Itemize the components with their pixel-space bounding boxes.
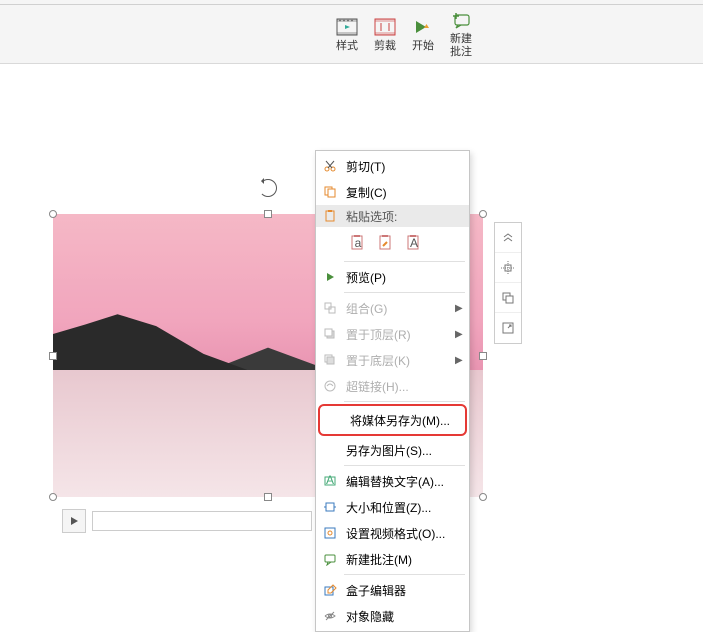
menu-new-comment[interactable]: 新建批注(M): [316, 546, 469, 572]
size-icon: [320, 497, 340, 517]
menu-bring-front: 置于顶层(R) ▶: [316, 321, 469, 347]
selection-handle[interactable]: [49, 210, 57, 218]
crop-label: 剪裁: [374, 40, 396, 53]
menu-hyperlink: 超链接(H)...: [316, 373, 469, 399]
menu-copy-label: 复制(C): [346, 184, 463, 201]
menu-new-comment-label: 新建批注(M): [346, 551, 463, 568]
side-panel: [494, 222, 522, 344]
new-comment-label: 新建 批注: [450, 33, 472, 59]
submenu-arrow-icon: ▶: [455, 355, 463, 366]
menu-cut[interactable]: 剪切(T): [316, 153, 469, 179]
menu-preview[interactable]: 预览(P): [316, 264, 469, 290]
clipboard-brush-icon: [377, 234, 395, 252]
start-label: 开始: [412, 40, 434, 53]
menu-box-editor-label: 盒子编辑器: [346, 582, 463, 599]
menu-save-media-label: 将媒体另存为(M)...: [350, 412, 459, 429]
arrange-icon: [501, 291, 515, 305]
menu-preview-label: 预览(P): [346, 269, 463, 286]
expand-icon: [501, 321, 515, 335]
selection-handle[interactable]: [479, 210, 487, 218]
menu-size-label: 大小和位置(Z)...: [346, 499, 463, 516]
style-button[interactable]: 样式: [328, 8, 366, 60]
ribbon-video-group: 样式 剪裁 开始 新建 批注: [328, 8, 480, 60]
selection-handle[interactable]: [264, 210, 272, 218]
menu-hyperlink-label: 超链接(H)...: [346, 378, 463, 395]
menu-size-position[interactable]: 大小和位置(Z)...: [316, 494, 469, 520]
new-comment-button[interactable]: 新建 批注: [442, 8, 480, 60]
rotate-handle[interactable]: [259, 179, 277, 197]
menu-video-format[interactable]: 设置视频格式(O)...: [316, 520, 469, 546]
align-button[interactable]: [495, 253, 521, 283]
crop-button[interactable]: 剪裁: [366, 8, 404, 60]
play-icon: [320, 267, 340, 287]
arrange-button[interactable]: [495, 283, 521, 313]
menu-box-editor[interactable]: 盒子编辑器: [316, 577, 469, 603]
svg-text:a: a: [355, 236, 362, 250]
scissors-icon: [320, 156, 340, 176]
menu-group-label: 组合(G): [346, 300, 449, 317]
alt-text-icon: A: [320, 471, 340, 491]
menu-hide-object[interactable]: 对象隐藏: [316, 603, 469, 629]
menu-save-media-as[interactable]: 将媒体另存为(M)...: [318, 404, 467, 436]
copy-icon: [320, 182, 340, 202]
menu-edit-alt-text[interactable]: A 编辑替换文字(A)...: [316, 468, 469, 494]
submenu-arrow-icon: ▶: [455, 303, 463, 314]
box-edit-icon: [320, 580, 340, 600]
slide-canvas: 剪切(T) 复制(C) 粘贴选项: a A 预览(P) 组合(G) ▶ 置于顶层: [0, 64, 703, 541]
menu-bring-front-label: 置于顶层(R): [346, 326, 449, 343]
paste-option-merge[interactable]: [374, 231, 398, 255]
eye-off-icon: [320, 606, 340, 626]
menu-send-back: 置于底层(K) ▶: [316, 347, 469, 373]
selection-handle[interactable]: [479, 352, 487, 360]
align-center-icon: [501, 261, 515, 275]
send-back-icon: [320, 350, 340, 370]
svg-text:A: A: [410, 236, 418, 250]
play-icon: [69, 516, 79, 526]
paste-options: a A: [316, 227, 469, 259]
submenu-arrow-icon: ▶: [455, 329, 463, 340]
menu-hide-label: 对象隐藏: [346, 608, 463, 625]
menu-cut-label: 剪切(T): [346, 158, 463, 175]
collapse-up-button[interactable]: [495, 223, 521, 253]
progress-track[interactable]: [92, 511, 312, 531]
chevron-up-double-icon: [502, 232, 514, 244]
play-button[interactable]: [62, 509, 86, 533]
expand-button[interactable]: [495, 313, 521, 343]
menu-video-format-label: 设置视频格式(O)...: [346, 525, 463, 542]
selection-handle[interactable]: [49, 352, 57, 360]
clipboard-icon: [320, 206, 340, 226]
menu-copy[interactable]: 复制(C): [316, 179, 469, 205]
menu-save-as-picture[interactable]: 另存为图片(S)...: [316, 437, 469, 463]
comment-icon: [320, 549, 340, 569]
bring-front-icon: [320, 324, 340, 344]
menu-save-picture-label: 另存为图片(S)...: [346, 442, 463, 459]
selection-handle[interactable]: [479, 493, 487, 501]
paste-option-text[interactable]: A: [402, 231, 426, 255]
filmstrip-icon: [336, 16, 358, 38]
paste-header-label: 粘贴选项:: [346, 208, 469, 225]
ribbon: 样式 剪裁 开始 新建 批注: [0, 0, 703, 64]
clipboard-a-icon: a: [349, 234, 367, 252]
menu-send-back-label: 置于底层(K): [346, 352, 449, 369]
selection-handle[interactable]: [49, 493, 57, 501]
clipboard-text-icon: A: [405, 234, 423, 252]
start-button[interactable]: 开始: [404, 8, 442, 60]
menu-alt-text-label: 编辑替换文字(A)...: [346, 473, 463, 490]
style-label: 样式: [336, 40, 358, 53]
selection-handle[interactable]: [264, 493, 272, 501]
video-play-bar: [62, 509, 312, 533]
svg-text:A: A: [326, 474, 334, 487]
crop-icon: [374, 16, 396, 38]
menu-group: 组合(G) ▶: [316, 295, 469, 321]
format-icon: [320, 523, 340, 543]
comment-plus-icon: [450, 9, 472, 31]
group-icon: [320, 298, 340, 318]
play-start-icon: [412, 16, 434, 38]
context-menu: 剪切(T) 复制(C) 粘贴选项: a A 预览(P) 组合(G) ▶ 置于顶层: [315, 150, 470, 632]
link-icon: [320, 376, 340, 396]
paste-option-keep-source[interactable]: a: [346, 231, 370, 255]
menu-paste-header: 粘贴选项:: [316, 205, 469, 227]
